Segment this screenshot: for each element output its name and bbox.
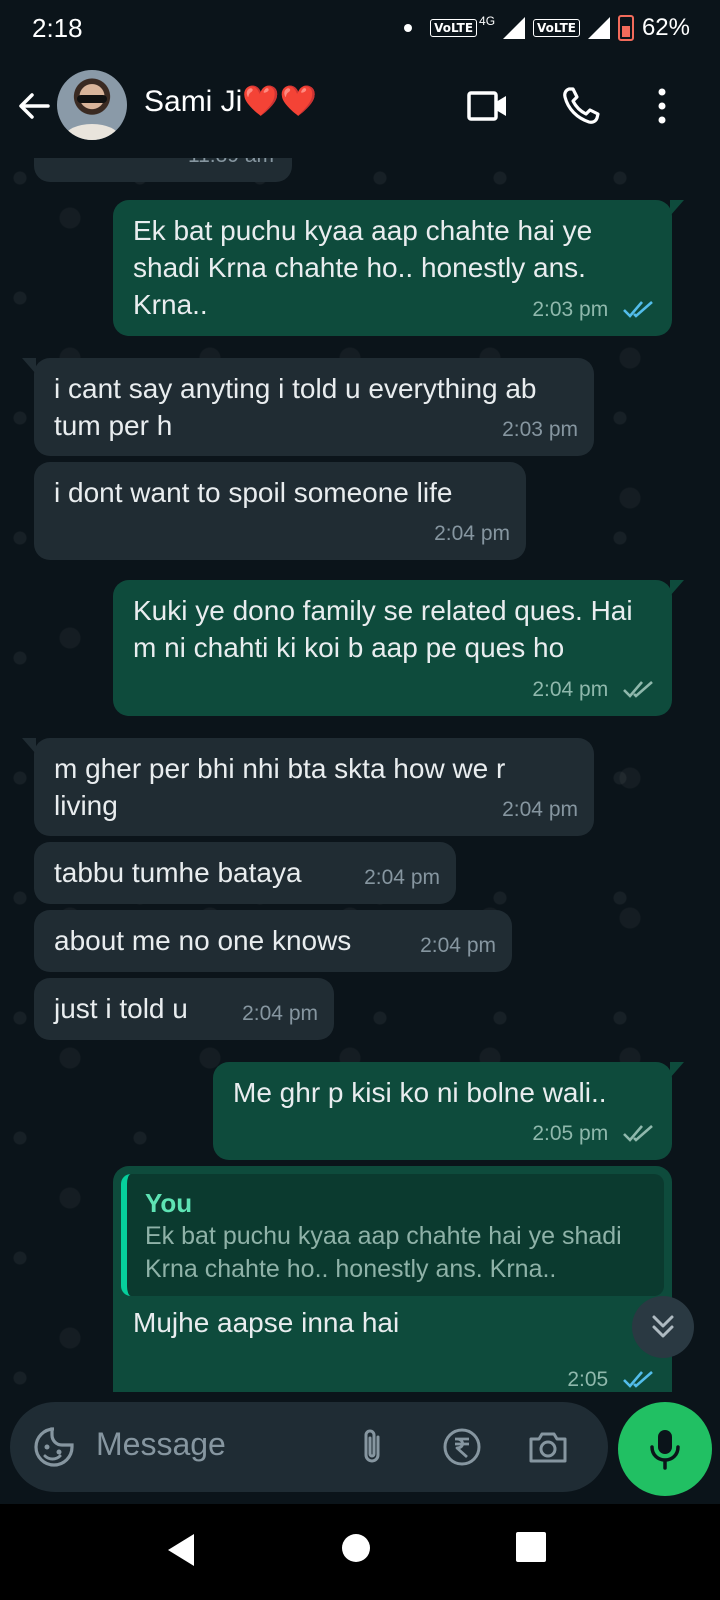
status-icons: VoLTE 4G VoLTE 62% bbox=[404, 14, 690, 42]
double-tick-delivered-icon bbox=[623, 1124, 653, 1142]
message-text: i dont want to spoil someone life bbox=[54, 477, 453, 508]
message-bubble-incoming[interactable]: just i told u 2:04 pm bbox=[34, 978, 334, 1040]
back-arrow-icon[interactable] bbox=[14, 86, 54, 126]
message-bubble-incoming[interactable]: i dont want to spoil someone life 2:04 p… bbox=[34, 462, 526, 560]
message-composer: Message bbox=[10, 1402, 608, 1492]
payment-rupee-icon[interactable] bbox=[440, 1425, 484, 1469]
message-bubble-incoming[interactable]: tabbu tumhe bataya 2:04 pm bbox=[34, 842, 456, 904]
message-meta: 2:05 bbox=[567, 1358, 656, 1392]
voice-call-icon[interactable] bbox=[560, 84, 604, 128]
message-bubble-incoming[interactable]: i cant say anyting i told u everything a… bbox=[22, 358, 594, 456]
battery-percent: 62% bbox=[641, 14, 690, 41]
bubble-tail bbox=[670, 1062, 684, 1078]
signal-icon-2 bbox=[587, 17, 610, 39]
message-bubble-incoming[interactable]: about me no one knows 2:04 pm bbox=[34, 910, 512, 972]
sticker-emoji-icon[interactable] bbox=[32, 1425, 76, 1469]
quoted-message[interactable]: You Ek bat puchu kyaa aap chahte hai ye … bbox=[121, 1174, 664, 1296]
video-call-icon[interactable] bbox=[466, 84, 510, 128]
double-tick-read-icon bbox=[623, 300, 653, 318]
message-bubble-outgoing[interactable]: Kuki ye dono family se related ques. Hai… bbox=[113, 580, 684, 716]
message-text: Me ghr p kisi ko ni bolne wali.. bbox=[233, 1077, 607, 1108]
nav-back-icon[interactable] bbox=[166, 1532, 198, 1568]
message-text: Mujhe aapse inna hai bbox=[133, 1307, 400, 1338]
message-text: tabbu tumhe bataya bbox=[54, 857, 302, 888]
battery-icon bbox=[617, 15, 634, 41]
status-bar: 2:18 VoLTE 4G VoLTE 62% bbox=[0, 0, 720, 56]
bubble-tail bbox=[670, 580, 684, 596]
chat-header: Sami Ji❤️❤️ bbox=[0, 56, 720, 159]
voice-record-button[interactable] bbox=[618, 1402, 712, 1496]
attach-paperclip-icon[interactable] bbox=[350, 1425, 394, 1469]
message-meta: 2:04 pm bbox=[532, 668, 656, 708]
message-time: 2:03 pm bbox=[502, 418, 578, 441]
message-time: 2:04 pm bbox=[364, 866, 440, 889]
bubble-tail bbox=[22, 358, 36, 374]
volte-badge: VoLTE bbox=[430, 19, 478, 37]
message-time: 2:05 bbox=[567, 1368, 609, 1391]
message-time: 2:04 pm bbox=[242, 1002, 318, 1025]
bubble-tail bbox=[22, 738, 36, 754]
notification-dot-icon bbox=[404, 24, 413, 32]
double-tick-delivered-icon bbox=[623, 680, 653, 698]
message-time: 2:03 pm bbox=[532, 298, 609, 321]
avatar[interactable] bbox=[57, 70, 127, 140]
avatar-shirt bbox=[65, 124, 119, 140]
message-time: 2:05 pm bbox=[532, 1122, 609, 1145]
nav-home-icon[interactable] bbox=[340, 1532, 372, 1564]
message-time: 2:04 pm bbox=[532, 678, 609, 701]
scroll-to-bottom-button[interactable] bbox=[632, 1296, 694, 1358]
message-text: i cant say anyting i told u everything a… bbox=[54, 373, 537, 441]
message-time: 2:04 pm bbox=[434, 522, 510, 545]
double-chevron-down-icon bbox=[652, 1315, 674, 1338]
quoted-text: Ek bat puchu kyaa aap chahte hai ye shad… bbox=[145, 1222, 622, 1283]
message-time: 2:04 pm bbox=[502, 798, 578, 821]
contact-name[interactable]: Sami Ji❤️❤️ bbox=[144, 84, 317, 119]
message-text: m gher per bhi nhi bta skta how we r liv… bbox=[54, 753, 506, 821]
message-time: 2:04 pm bbox=[420, 934, 496, 957]
avatar-glasses bbox=[77, 95, 107, 103]
network-type: 4G bbox=[479, 14, 496, 28]
message-bubble-incoming[interactable]: 11:39 am bbox=[34, 158, 292, 182]
nav-recents-icon[interactable] bbox=[516, 1532, 546, 1562]
message-bubble-outgoing[interactable]: Ek bat puchu kyaa aap chahte hai ye shad… bbox=[113, 200, 684, 336]
clock: 2:18 bbox=[32, 12, 83, 43]
system-navigation-bar bbox=[0, 1504, 720, 1600]
message-bubble-outgoing-reply[interactable]: You Ek bat puchu kyaa aap chahte hai ye … bbox=[113, 1166, 672, 1392]
signal-icon bbox=[503, 17, 526, 39]
message-text: just i told u bbox=[54, 993, 188, 1024]
camera-icon[interactable] bbox=[526, 1425, 570, 1469]
message-text: Kuki ye dono family se related ques. Hai… bbox=[133, 595, 633, 663]
chat-area[interactable]: 11:39 am Ek bat puchu kyaa aap chahte ha… bbox=[0, 158, 720, 1392]
message-meta: 2:03 pm bbox=[532, 288, 656, 328]
message-text: about me no one knows bbox=[54, 925, 352, 956]
quoted-author: You bbox=[145, 1188, 193, 1218]
double-tick-read-icon bbox=[623, 1370, 653, 1388]
message-bubble-outgoing[interactable]: Me ghr p kisi ko ni bolne wali.. 2:05 pm bbox=[213, 1062, 684, 1160]
message-input[interactable]: Message bbox=[96, 1426, 226, 1463]
bubble-tail bbox=[670, 200, 684, 216]
message-time: 11:39 am bbox=[188, 158, 274, 174]
microphone-icon bbox=[650, 1430, 680, 1470]
more-options-icon[interactable] bbox=[640, 84, 680, 128]
message-meta: 2:05 pm bbox=[532, 1112, 656, 1152]
message-bubble-incoming[interactable]: m gher per bhi nhi bta skta how we r liv… bbox=[22, 738, 594, 836]
volte-badge-2: VoLTE bbox=[533, 19, 580, 37]
